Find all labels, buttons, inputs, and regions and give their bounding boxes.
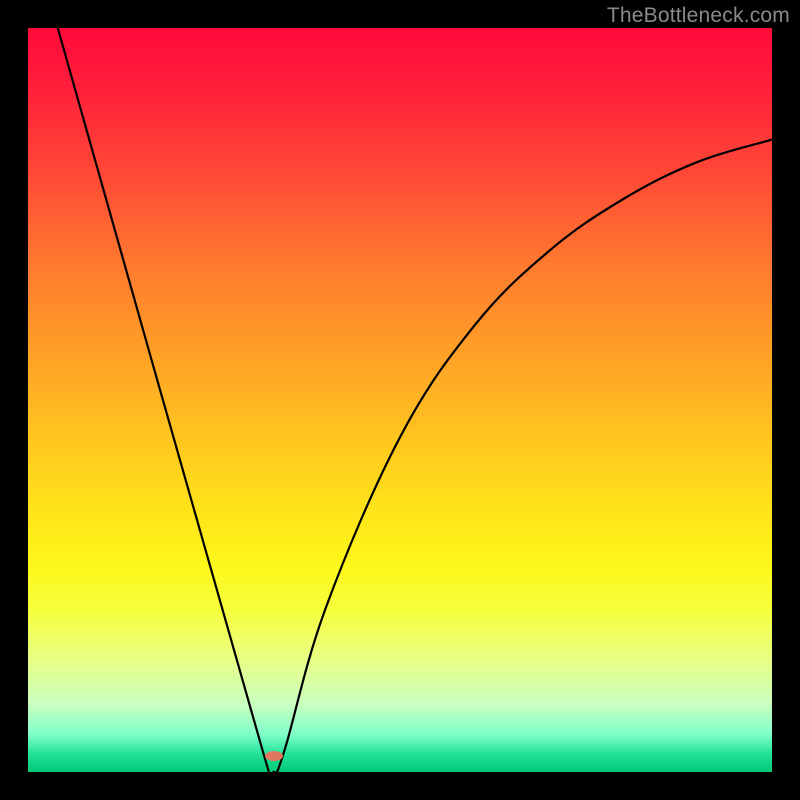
chart-frame: TheBottleneck.com [0, 0, 800, 800]
watermark-text: TheBottleneck.com [607, 4, 790, 28]
bottleneck-curve [28, 28, 772, 772]
plot-area [28, 28, 772, 772]
optimal-point-marker [265, 751, 283, 761]
